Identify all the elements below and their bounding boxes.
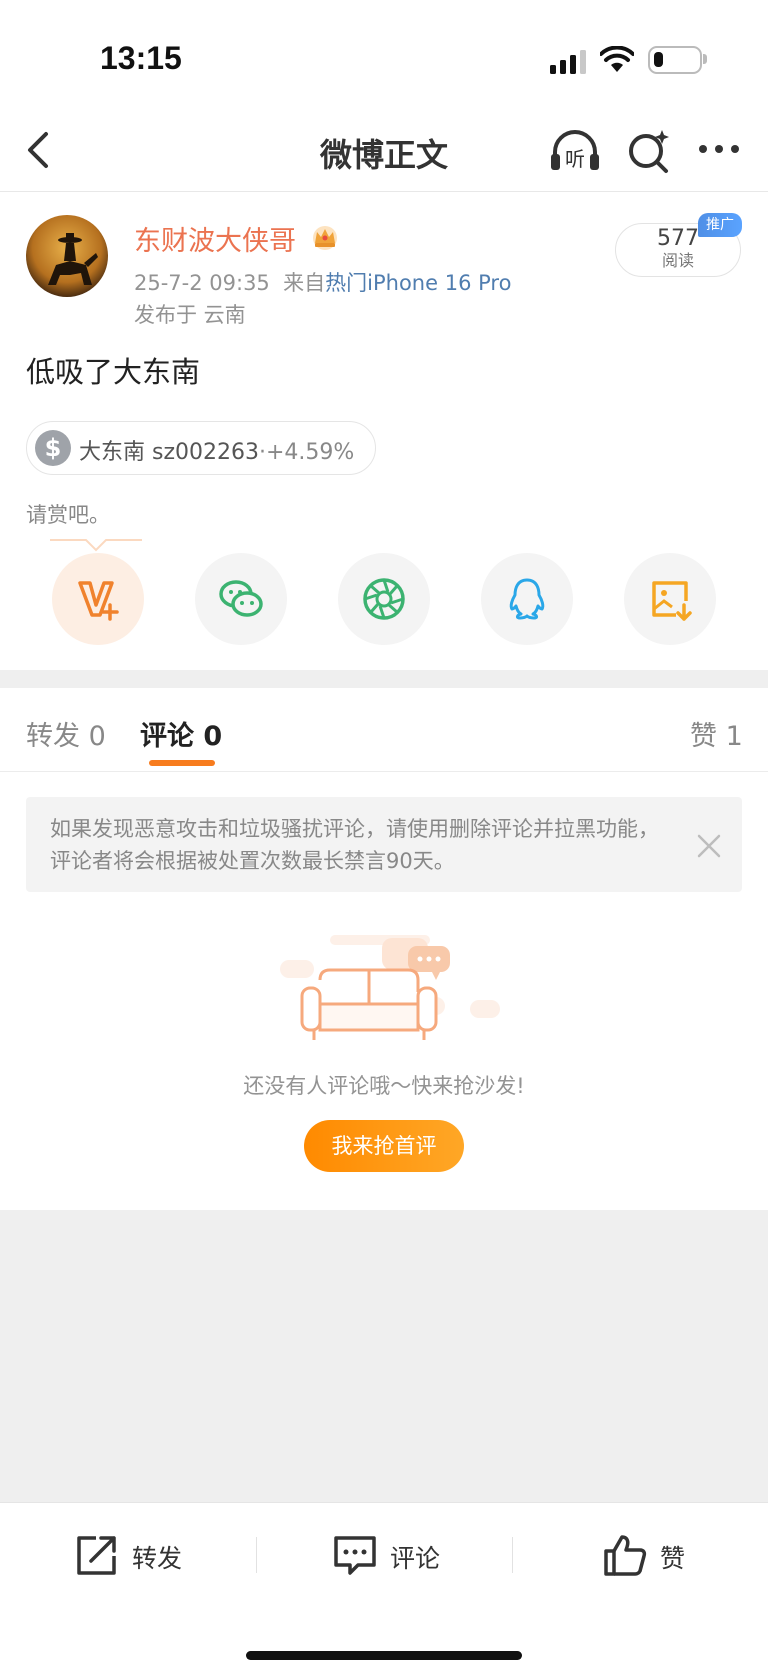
close-icon[interactable] bbox=[696, 833, 722, 859]
listen-icon[interactable]: 听 bbox=[548, 126, 602, 176]
tab-repost[interactable]: 转发 0 bbox=[26, 714, 106, 753]
thumbs-up-icon bbox=[604, 1535, 647, 1576]
comment-icon bbox=[334, 1536, 376, 1575]
promo-badge: 推广 bbox=[698, 213, 742, 237]
comment-label: 评论 bbox=[390, 1544, 441, 1573]
share-qq-button[interactable] bbox=[481, 553, 573, 645]
qq-icon bbox=[509, 578, 545, 620]
share-row bbox=[0, 553, 768, 663]
post-meta: 25-7-2 09:35 来自热门iPhone 16 Pro bbox=[134, 267, 511, 297]
tab-comment[interactable]: 评论 0 bbox=[140, 714, 222, 753]
like-button[interactable]: 赞 bbox=[602, 1531, 702, 1581]
avatar[interactable] bbox=[26, 215, 108, 297]
tab-active-indicator bbox=[149, 760, 215, 766]
first-comment-button[interactable]: 我来抢首评 bbox=[304, 1120, 464, 1172]
wechat-icon bbox=[219, 580, 263, 617]
crown-icon bbox=[313, 226, 337, 250]
toolbar-separator bbox=[256, 1537, 257, 1573]
repost-icon bbox=[77, 1536, 116, 1575]
toolbar-separator bbox=[512, 1537, 513, 1573]
section-divider bbox=[0, 670, 768, 688]
post-source[interactable]: 热门iPhone 16 Pro bbox=[325, 271, 511, 295]
post-location: 发布于 云南 bbox=[134, 303, 246, 327]
stock-label: 大东南 sz002263·+4.59% bbox=[79, 434, 354, 466]
notice-text: 如果发现恶意攻击和垃圾骚扰评论，请使用删除评论并拉黑功能，评论者将会根据被处置次… bbox=[50, 817, 659, 873]
like-label: 赞 bbox=[660, 1544, 686, 1573]
tab-like[interactable]: 赞 1 bbox=[690, 714, 743, 753]
search-icon[interactable] bbox=[626, 126, 672, 176]
battery-icon bbox=[648, 46, 702, 74]
empty-gray-area bbox=[0, 1210, 768, 1502]
read-label: 阅读 bbox=[661, 251, 694, 270]
share-save-image-button[interactable] bbox=[624, 553, 716, 645]
share-wechat-button[interactable] bbox=[195, 553, 287, 645]
comment-button[interactable]: 评论 bbox=[332, 1531, 462, 1581]
vplus-icon bbox=[78, 581, 119, 621]
stock-name: 大东南 sz002263 bbox=[79, 440, 259, 465]
status-time: 13:15 bbox=[100, 40, 182, 76]
home-indicator[interactable] bbox=[246, 1651, 522, 1660]
stock-change: ·+4.59% bbox=[259, 440, 355, 465]
moments-icon bbox=[363, 578, 405, 620]
status-bar: 13:15 bbox=[0, 0, 768, 110]
source-prefix: 来自 bbox=[283, 271, 326, 295]
repost-label: 转发 bbox=[132, 1544, 183, 1573]
post-text: 低吸了大东南 bbox=[26, 355, 201, 389]
dollar-icon: $ bbox=[35, 430, 71, 466]
stock-chip[interactable]: $ 大东南 sz002263·+4.59% bbox=[26, 421, 376, 475]
share-moments-button[interactable] bbox=[338, 553, 430, 645]
username[interactable]: 东财波大侠哥 bbox=[134, 219, 296, 258]
battery-level bbox=[654, 52, 663, 67]
bottom-toolbar: 转发 评论 赞 bbox=[0, 1502, 768, 1670]
svg-text:听: 听 bbox=[565, 147, 585, 171]
empty-sofa-illustration bbox=[280, 935, 500, 1040]
empty-comments-text: 还没有人评论哦～快来抢沙发! bbox=[243, 1074, 525, 1098]
cellular-signal-icon bbox=[550, 50, 586, 74]
wifi-icon bbox=[600, 46, 634, 72]
save-image-icon bbox=[652, 581, 692, 621]
post-date: 25-7-2 09:35 bbox=[134, 271, 270, 295]
tab-bar: 转发 0 评论 0 赞 1 bbox=[0, 688, 768, 772]
comment-notice: 如果发现恶意攻击和垃圾骚扰评论，请使用删除评论并拉黑功能，评论者将会根据被处置次… bbox=[26, 797, 742, 892]
more-icon[interactable] bbox=[695, 134, 743, 164]
share-vplus-button[interactable] bbox=[52, 553, 144, 645]
nav-bar: 微博正文 听 bbox=[0, 110, 768, 192]
repost-button[interactable]: 转发 bbox=[74, 1531, 204, 1581]
reward-text: 请赏吧。 bbox=[26, 503, 110, 527]
battery-tip bbox=[703, 54, 707, 64]
